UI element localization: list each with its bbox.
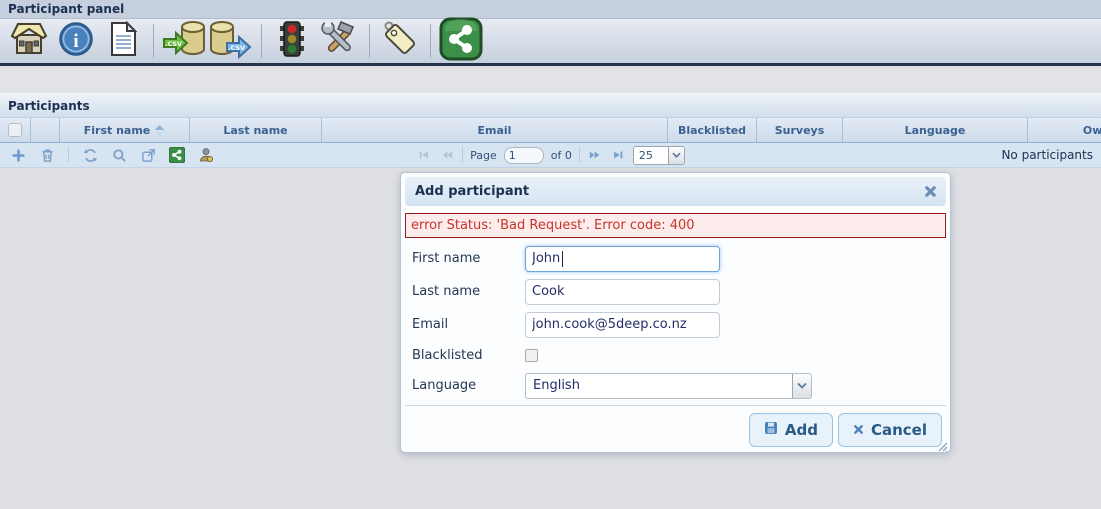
column-header-surveys[interactable]: Surveys — [757, 118, 843, 142]
last-name-label: Last name — [405, 284, 525, 299]
search-icon[interactable] — [111, 147, 127, 163]
info-button[interactable]: i — [54, 20, 98, 62]
svg-text:i: i — [73, 31, 78, 52]
notes-icon — [103, 19, 143, 63]
last-name-row: Last name — [405, 275, 946, 308]
cancel-x-icon — [853, 421, 864, 439]
share-button[interactable] — [439, 20, 483, 62]
refresh-icon[interactable] — [82, 147, 98, 163]
tools-icon — [319, 19, 359, 63]
column-header-language[interactable]: Language — [843, 118, 1028, 142]
language-value: English — [526, 378, 792, 393]
user-icon[interactable] — [198, 147, 214, 163]
header-cell-select — [0, 118, 31, 142]
first-name-row: First name — [405, 242, 946, 275]
error-message: error Status: 'Bad Request'. Error code:… — [405, 213, 946, 238]
text-cursor — [562, 251, 563, 267]
csv-import-icon: .CSV — [162, 19, 206, 63]
share-small-icon[interactable] — [169, 147, 185, 163]
delete-icon[interactable] — [39, 147, 55, 163]
header-cell-actions — [31, 118, 60, 142]
dialog-header: Add participant — [405, 177, 946, 206]
page-title: Participant panel — [0, 0, 1101, 19]
grid-panel-title: Participants — [0, 93, 1101, 118]
grid-toolbar: Page of 0 25 No participants — [0, 143, 1101, 168]
toolbar-separator — [369, 24, 370, 58]
language-label: Language — [405, 378, 525, 393]
csv-import-button[interactable]: .CSV — [162, 20, 206, 62]
column-header-first-name[interactable]: First name — [60, 118, 190, 142]
previous-page-icon[interactable] — [439, 147, 455, 163]
email-label: Email — [405, 317, 525, 332]
traffic-light-button[interactable] — [270, 20, 314, 62]
cancel-button[interactable]: Cancel — [838, 413, 942, 447]
svg-text:.CSV: .CSV — [228, 44, 245, 52]
pagination-separator — [579, 147, 580, 163]
add-participant-dialog: Add participant error Status: 'Bad Reque… — [400, 172, 951, 453]
grid-header-row: First name Last name Email Blacklisted S… — [0, 118, 1101, 143]
export-icon[interactable] — [140, 147, 156, 163]
blacklisted-label: Blacklisted — [405, 348, 525, 363]
first-name-field[interactable] — [525, 246, 720, 272]
column-header-owner[interactable]: Owner — [1028, 118, 1101, 142]
column-header-last-name[interactable]: Last name — [190, 118, 322, 142]
chevron-down-icon — [792, 374, 811, 398]
info-icon: i — [56, 19, 96, 63]
first-page-icon[interactable] — [416, 147, 432, 163]
close-icon[interactable] — [922, 184, 938, 200]
page-size-select[interactable]: 25 — [633, 146, 685, 165]
next-page-icon[interactable] — [587, 147, 603, 163]
save-disk-icon — [764, 421, 778, 439]
csv-export-button[interactable]: .CSV — [209, 20, 253, 62]
blacklisted-row: Blacklisted — [405, 341, 946, 369]
sort-asc-icon — [154, 124, 165, 137]
language-select[interactable]: English — [525, 373, 812, 399]
page-background — [0, 69, 1101, 93]
toolbar-separator — [153, 24, 154, 58]
tag-icon — [380, 19, 420, 63]
add-participant-form: First name Last name Email Blacklisted L… — [405, 242, 946, 402]
add-participant-icon[interactable] — [10, 147, 26, 163]
last-name-field[interactable] — [525, 279, 720, 305]
page-of-label: of 0 — [551, 149, 572, 162]
grid-toolbar-separator — [68, 147, 69, 163]
column-header-email[interactable]: Email — [322, 118, 668, 142]
email-row: Email — [405, 308, 946, 341]
toolbar-separator — [261, 24, 262, 58]
participant-panel-screen: Participant panel i — [0, 0, 1101, 509]
last-page-icon[interactable] — [610, 147, 626, 163]
add-button[interactable]: Add — [749, 413, 833, 447]
first-name-label: First name — [405, 251, 525, 266]
dialog-footer: Add Cancel — [405, 405, 946, 447]
svg-text:.CSV: .CSV — [165, 40, 182, 48]
page-size-value: 25 — [634, 149, 668, 162]
page-number-input[interactable] — [504, 147, 544, 164]
home-icon — [9, 19, 49, 63]
tools-button[interactable] — [317, 20, 361, 62]
blacklisted-checkbox[interactable] — [525, 349, 538, 362]
share-icon — [439, 17, 483, 65]
main-toolbar: i .CSV — [0, 19, 1101, 66]
toolbar-separator — [430, 24, 431, 58]
home-button[interactable] — [7, 20, 51, 62]
select-all-checkbox[interactable] — [8, 123, 22, 137]
language-row: Language English — [405, 369, 946, 402]
traffic-light-icon — [272, 19, 312, 63]
tag-button[interactable] — [378, 20, 422, 62]
dialog-title: Add participant — [415, 184, 922, 199]
csv-export-icon: .CSV — [209, 19, 253, 63]
chevron-down-icon — [668, 147, 684, 164]
page-label: Page — [470, 149, 497, 162]
column-header-blacklisted[interactable]: Blacklisted — [668, 118, 757, 142]
pagination-separator — [462, 147, 463, 163]
notes-button[interactable] — [101, 20, 145, 62]
resize-grip[interactable] — [935, 437, 948, 450]
empty-grid-message: No participants — [1001, 148, 1101, 162]
email-field[interactable] — [525, 312, 720, 338]
